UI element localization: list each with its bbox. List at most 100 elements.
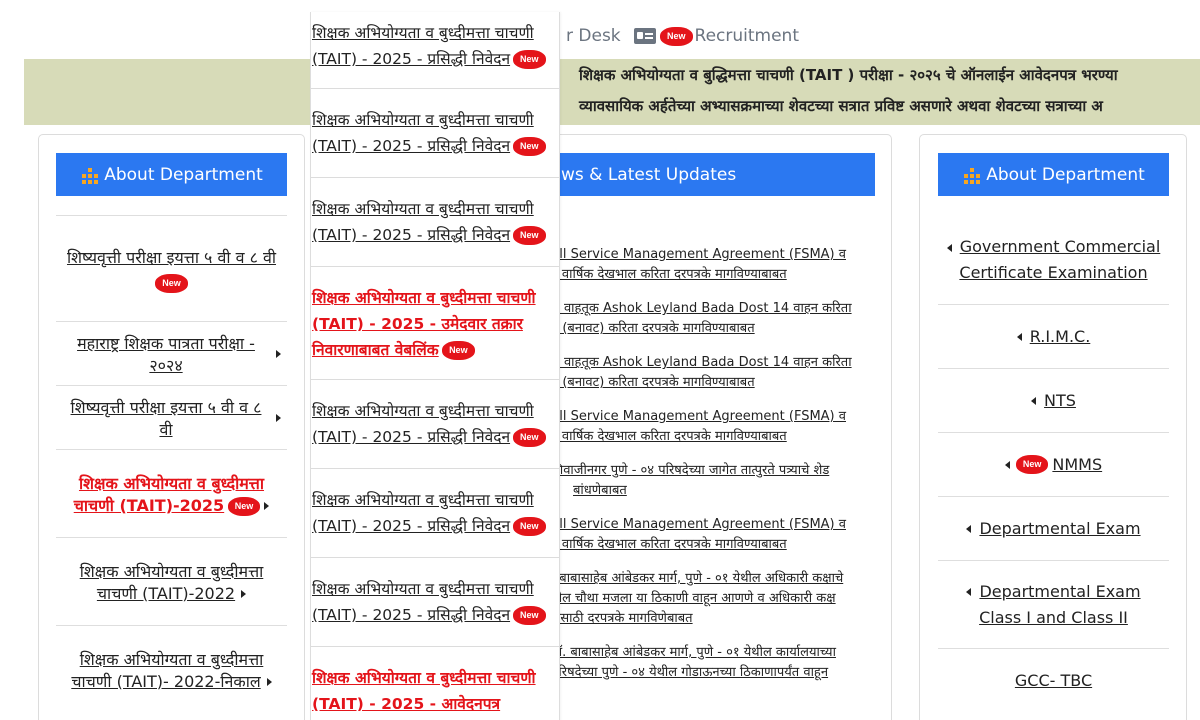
new-badge: New: [229, 498, 259, 514]
news-item-line[interactable]: s वार्षिक देखभाल करिता दरपत्रके मागविण्य…: [551, 537, 787, 552]
dropdown-item[interactable]: शिक्षक अभियोग्यता व बुध्दीमत्ता चाचणी (T…: [311, 178, 559, 267]
new-badge: New: [662, 28, 691, 44]
dropdown-item-label[interactable]: शिक्षक अभियोग्यता व बुध्दीमत्ता चाचणी (T…: [312, 24, 534, 68]
dropdown-item[interactable]: शिक्षक अभियोग्यता व बुध्दीमत्ता चाचणी (T…: [311, 558, 559, 647]
dropdown-item[interactable]: शिक्षक अभियोग्यता व बुध्दीमत्ता चाचणी (T…: [311, 380, 559, 469]
caret-left-icon: [966, 588, 972, 596]
left-menu-item[interactable]: शिष्यवृत्ती परीक्षा इयत्ता ५ वी व ८ वी: [56, 385, 287, 449]
news-item-line[interactable]: ull Service Management Agreement (FSMA) …: [551, 517, 846, 532]
dropdown-item-label[interactable]: शिक्षक अभियोग्यता व बुध्दीमत्ता चाचणी (T…: [312, 669, 536, 713]
right-menu-item[interactable]: NTS: [938, 368, 1169, 432]
news-item-line[interactable]: शिवाजीनगर पुणे - ०४ परिषदेच्या जागेत तात…: [551, 463, 829, 478]
dropdown-item[interactable]: शिक्षक अभियोग्यता व बुध्दीमत्ता चाचणी (T…: [311, 469, 559, 558]
news-item-line[interactable]: s वार्षिक देखभाल करिता दरपत्रके मागविण्य…: [551, 267, 787, 282]
new-badge: New: [1017, 457, 1047, 472]
tait-dropdown-menu: शिक्षक अभियोग्यता व बुध्दीमत्ता चाचणी (T…: [310, 12, 560, 720]
caret-left-icon: [966, 524, 972, 533]
news-item[interactable]: शिवाजीनगर पुणे - ०४ परिषदेच्या जागेत तात…: [551, 461, 881, 501]
nav-desk-link[interactable]: r Desk: [566, 26, 621, 46]
right-menu-item-label[interactable]: NTS: [1044, 391, 1076, 410]
news-item[interactable]: ull Service Management Agreement (FSMA) …: [551, 407, 881, 447]
marquee-line[interactable]: व्यावसायिक अर्हतेच्या अभ्यासक्रमाच्या शे…: [579, 96, 1103, 116]
news-item-line[interactable]: ील चौथा मजला या ठिकाणी वाहून आणणे व अधिक…: [551, 591, 836, 606]
right-panel-title: About Department: [986, 164, 1145, 185]
news-item-line[interactable]: न (बनावट) करिता दरपत्रके मागविण्याबाबत: [551, 321, 755, 336]
left-menu-item[interactable]: शिक्षक अभियोग्यता व बुध्दीमत्ता चाचणी (T…: [56, 625, 287, 713]
news-item-line[interactable]: ल वाहतूक Ashok Leyland Bada Dost 14 वाहन…: [551, 355, 852, 370]
new-badge: New: [515, 519, 544, 534]
left-menu-item[interactable]: महाराष्ट्र शिक्षक पात्रता परीक्षा - २०२४: [56, 321, 287, 385]
right-panel-header: About Department: [938, 153, 1169, 196]
new-badge: New: [515, 139, 544, 154]
caret-right-icon: [276, 349, 281, 358]
caret-left-icon: [1031, 396, 1037, 405]
left-panel-header: About Department: [56, 153, 287, 196]
new-badge: New: [157, 276, 186, 291]
right-menu-item[interactable]: New NMMS: [938, 432, 1169, 496]
new-badge: New: [515, 430, 544, 445]
sitemap-icon: [962, 166, 982, 184]
dropdown-item-label[interactable]: शिक्षक अभियोग्यता व बुध्दीमत्ता चाचणी (T…: [312, 111, 534, 155]
new-badge: New: [444, 343, 473, 358]
right-menu-item[interactable]: GCC- TBC: [938, 648, 1169, 712]
left-menu-item-label[interactable]: महाराष्ट्र शिक्षक पात्रता परीक्षा - २०२४: [62, 332, 270, 376]
news-item-line[interactable]: बांधणेबाबत: [573, 483, 627, 498]
news-item-line[interactable]: ॉ. बाबासाहेब आंबेडकर मार्ग, पुणे - ०१ ये…: [551, 645, 836, 660]
news-item-line[interactable]: ल वाहतूक Ashok Leyland Bada Dost 14 वाहन…: [551, 301, 852, 316]
news-item[interactable]: ल वाहतूक Ashok Leyland Bada Dost 14 वाहन…: [551, 353, 881, 393]
right-menu-item[interactable]: Government Commercial Certificate Examin…: [938, 222, 1169, 304]
news-item[interactable]: . बाबासाहेब आंबेडकर मार्ग, पुणे - ०१ येथ…: [551, 569, 881, 629]
dropdown-item-label[interactable]: शिक्षक अभियोग्यता व बुध्दीमत्ता चाचणी (T…: [312, 580, 534, 624]
nav-recruitment-link[interactable]: New Recruitment: [634, 26, 799, 46]
left-panel: About Department शिष्यवृत्ती परीक्षा इयत…: [38, 134, 305, 720]
caret-left-icon: [1004, 460, 1010, 469]
news-item-line[interactable]: परिषदेच्या पुणे - ०४ येथील गोडाऊनच्या ठि…: [551, 665, 828, 680]
dropdown-item-label[interactable]: शिक्षक अभियोग्यता व बुध्दीमत्ता चाचणी (T…: [312, 402, 534, 446]
dropdown-item-label[interactable]: शिक्षक अभियोग्यता व बुध्दीमत्ता चाचणी (T…: [312, 200, 534, 244]
left-menu-item-label[interactable]: शिष्यवृत्ती परीक्षा इयत्ता ५ वी व ८ वी: [62, 396, 270, 440]
left-menu-item[interactable]: शिक्षक अभियोग्यता व बुध्दीमत्ता चाचणी (T…: [56, 449, 287, 537]
news-item-line[interactable]: न (बनावट) करिता दरपत्रके मागविण्याबाबत: [551, 375, 755, 390]
news-item[interactable]: ull Service Management Agreement (FSMA) …: [551, 245, 881, 285]
right-menu-item-label[interactable]: Departmental Exam Class I and Class II: [979, 582, 1140, 627]
news-item-line[interactable]: s वार्षिक देखभाल करिता दरपत्रके मागविण्य…: [551, 429, 787, 444]
news-item[interactable]: ull Service Management Agreement (FSMA) …: [551, 515, 881, 555]
left-menu-item-label[interactable]: शिक्षक अभियोग्यता व बुध्दीमत्ता चाचणी (T…: [71, 650, 263, 691]
right-menu-item[interactable]: Departmental Exam Class I and Class II: [938, 560, 1169, 648]
new-badge: New: [515, 608, 544, 623]
dropdown-item-label[interactable]: शिक्षक अभियोग्यता व बुध्दीमत्ता चाचणी (T…: [312, 491, 534, 535]
caret-right-icon: [266, 678, 272, 686]
news-item-line[interactable]: ull Service Management Agreement (FSMA) …: [551, 247, 846, 262]
caret-right-icon: [264, 502, 270, 510]
right-menu-item[interactable]: R.I.M.C.: [938, 304, 1169, 368]
dropdown-item[interactable]: शिक्षक अभियोग्यता व बुध्दीमत्ता चाचणी (T…: [311, 12, 559, 89]
news-item-line[interactable]: . बाबासाहेब आंबेडकर मार्ग, पुणे - ०१ येथ…: [551, 571, 843, 586]
news-item-line[interactable]: ull Service Management Agreement (FSMA) …: [551, 409, 846, 424]
news-list: ull Service Management Agreement (FSMA) …: [551, 245, 881, 697]
right-menu-item[interactable]: Departmental Exam: [938, 496, 1169, 560]
announcement-marquee: शिक्षक अभियोग्यता व बुद्धिमत्ता चाचणी (T…: [24, 59, 1200, 125]
caret-right-icon: [241, 590, 247, 598]
left-menu-item[interactable]: शिष्यवृत्ती परीक्षा इयत्ता ५ वी व ८ वी N…: [56, 215, 287, 321]
left-menu-item[interactable]: शिक्षक अभियोग्यता व बुध्दीमत्ता चाचणी (T…: [56, 537, 287, 625]
news-item[interactable]: ल वाहतूक Ashok Leyland Bada Dost 14 वाहन…: [551, 299, 881, 339]
right-menu-item-label[interactable]: Government Commercial Certificate Examin…: [959, 237, 1160, 282]
right-menu-item-label[interactable]: NMMS: [1052, 455, 1102, 474]
left-menu-item-label[interactable]: शिष्यवृत्ती परीक्षा इयत्ता ५ वी व ८ वी: [67, 248, 276, 267]
dropdown-item[interactable]: शिक्षक अभियोग्यता व बुध्दीमत्ता चाचणी (T…: [311, 647, 559, 720]
dropdown-item[interactable]: शिक्षक अभियोग्यता व बुध्दीमत्ता चाचणी (T…: [311, 267, 559, 380]
right-menu-list: Government Commercial Certificate Examin…: [938, 222, 1169, 712]
sitemap-icon: [80, 166, 100, 184]
news-item[interactable]: ॉ. बाबासाहेब आंबेडकर मार्ग, पुणे - ०१ ये…: [551, 643, 881, 683]
dropdown-item[interactable]: शिक्षक अभियोग्यता व बुध्दीमत्ता चाचणी (T…: [311, 89, 559, 178]
dropdown-item-label[interactable]: शिक्षक अभियोग्यता व बुध्दीमत्ता चाचणी (T…: [312, 289, 536, 359]
news-panel-title: ws & Latest Updates: [561, 164, 737, 185]
left-menu-list: शिष्यवृत्ती परीक्षा इयत्ता ५ वी व ८ वी N…: [56, 215, 287, 713]
marquee-line[interactable]: शिक्षक अभियोग्यता व बुद्धिमत्ता चाचणी (T…: [579, 65, 1118, 85]
right-menu-item-label[interactable]: R.I.M.C.: [1030, 327, 1091, 346]
right-menu-item-label[interactable]: GCC- TBC: [1015, 671, 1092, 690]
right-menu-item-label[interactable]: Departmental Exam: [979, 519, 1140, 538]
news-item-line[interactable]: णेसाठी दरपत्रके मागविणेबाबत: [551, 611, 693, 626]
top-navigation: r Desk New Recruitment: [0, 0, 1200, 60]
left-menu-item-label[interactable]: शिक्षक अभियोग्यता व बुध्दीमत्ता चाचणी (T…: [80, 562, 264, 603]
